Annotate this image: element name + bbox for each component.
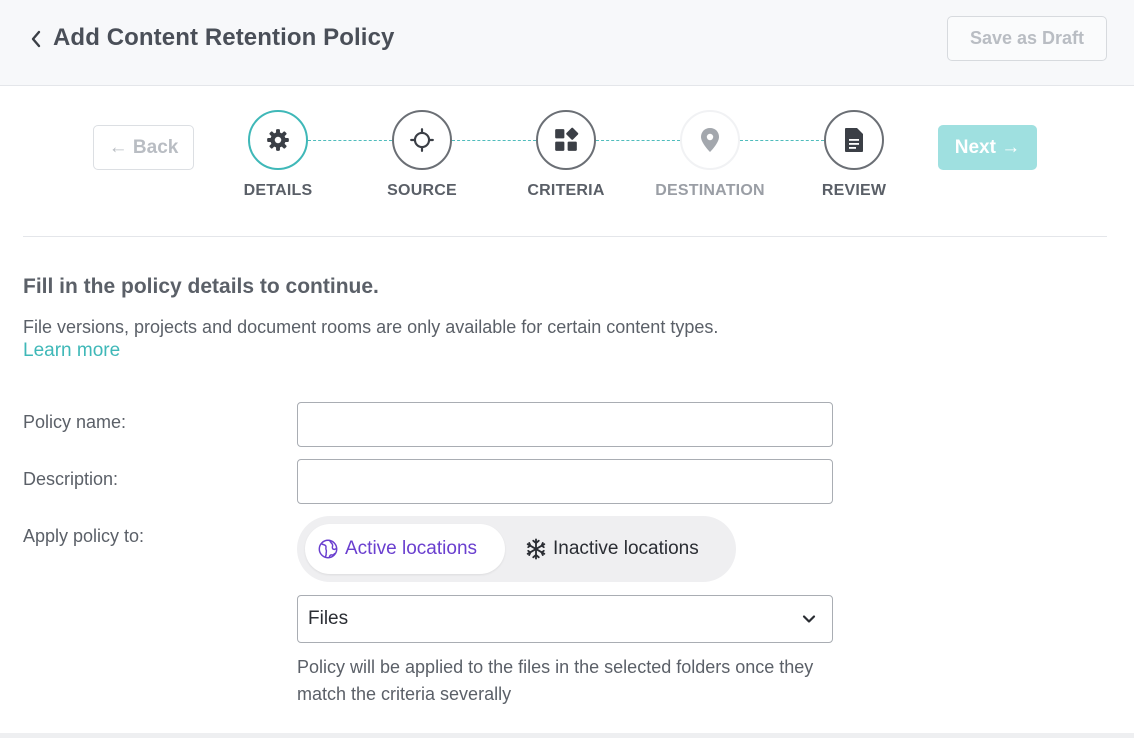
active-locations-label: Active locations <box>345 538 478 559</box>
step-label: REVIEW <box>821 182 887 199</box>
page-header: Add Content Retention Policy Save as Dra… <box>0 0 1134 86</box>
description-input[interactable] <box>297 459 833 504</box>
snowflake-icon <box>525 538 547 560</box>
step-label: DESTINATION <box>655 182 765 199</box>
location-pin-icon <box>680 110 740 170</box>
save-as-draft-button[interactable]: Save as Draft <box>947 16 1107 61</box>
page-title: Add Content Retention Policy <box>53 24 395 51</box>
section-heading: Fill in the policy details to continue. <box>23 275 379 298</box>
description-label: Description: <box>23 469 119 489</box>
crosshair-icon <box>392 110 452 170</box>
active-locations-option[interactable]: Active locations <box>305 524 505 574</box>
step-label: DETAILS <box>243 182 313 199</box>
policy-name-label: Policy name: <box>23 412 127 432</box>
step-destination[interactable]: DESTINATION <box>645 110 775 200</box>
globe-icon <box>317 538 339 560</box>
step-label: SOURCE <box>387 182 457 199</box>
divider <box>23 236 1107 237</box>
policy-name-input[interactable] <box>297 402 833 447</box>
step-review[interactable]: REVIEW <box>789 110 919 200</box>
inactive-locations-option[interactable]: Inactive locations <box>521 524 729 574</box>
policy-help-text: Policy will be applied to the files in t… <box>297 657 814 704</box>
chevron-down-icon <box>802 608 816 630</box>
next-button[interactable]: Next → <box>938 125 1037 170</box>
content-type-value: Files <box>308 608 349 629</box>
location-toggle: Active locations Inactive locations <box>297 516 736 582</box>
step-label: CRITERIA <box>527 182 605 199</box>
step-criteria[interactable]: CRITERIA <box>501 110 631 200</box>
document-icon <box>824 110 884 170</box>
back-button[interactable]: ← Back <box>93 125 194 170</box>
bottom-scroll-edge <box>0 733 1134 738</box>
apply-policy-label: Apply policy to: <box>23 526 145 546</box>
grid-icon <box>536 110 596 170</box>
inactive-locations-label: Inactive locations <box>553 538 699 559</box>
learn-more-link[interactable]: Learn more <box>23 340 120 362</box>
step-details[interactable]: DETAILS <box>213 110 343 200</box>
section-description: File versions, projects and document roo… <box>23 317 719 337</box>
back-chevron-icon[interactable] <box>26 28 46 50</box>
content-type-select[interactable]: Files <box>297 595 833 643</box>
gear-icon <box>248 110 308 170</box>
step-source[interactable]: SOURCE <box>357 110 487 200</box>
